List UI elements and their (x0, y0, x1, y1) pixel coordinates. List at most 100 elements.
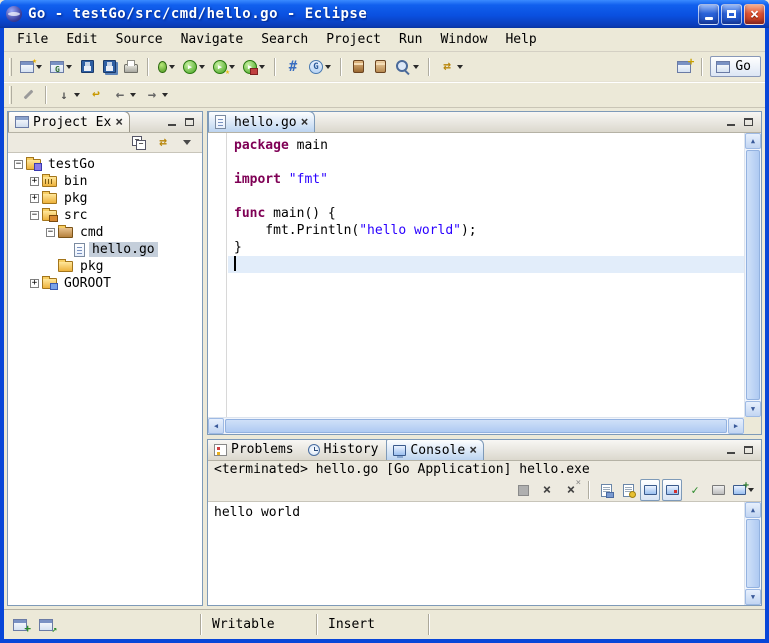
dropdown-arrow-icon[interactable] (199, 65, 205, 69)
new-wizard-button[interactable] (17, 56, 45, 78)
expand-icon[interactable]: + (30, 194, 39, 203)
remove-all-launches-button[interactable] (560, 479, 582, 501)
editor-body[interactable]: package mainimport "fmt"func main() { fm… (208, 133, 761, 434)
tree-item-cmd[interactable]: −cmd (8, 224, 202, 241)
link-editor-button[interactable] (152, 132, 174, 154)
scroll-up-button[interactable] (745, 133, 761, 149)
code-area[interactable]: package mainimport "fmt"func main() { fm… (228, 133, 744, 417)
search-button[interactable] (392, 56, 422, 78)
tree-item-testgo[interactable]: −testGo (8, 156, 202, 173)
open-type-button[interactable] (348, 56, 368, 78)
scrollbar-thumb[interactable] (225, 419, 727, 433)
title-bar[interactable]: Go - testGo/src/cmd/hello.go - Eclipse (0, 0, 769, 28)
tab-project-explorer[interactable]: Project Ex (8, 111, 130, 132)
open-console-button[interactable] (730, 479, 757, 501)
next-annotation-button[interactable] (53, 84, 83, 106)
editor-horizontal-scrollbar[interactable] (208, 417, 744, 434)
dropdown-arrow-icon[interactable] (169, 65, 175, 69)
menu-source[interactable]: Source (107, 30, 172, 49)
toolbar-grip[interactable] (9, 58, 12, 76)
expand-icon[interactable]: + (30, 177, 39, 186)
run-last-button[interactable] (210, 56, 238, 78)
tree-item-bin[interactable]: +bin (8, 173, 202, 190)
external-tools-button[interactable] (240, 56, 268, 78)
debug-button[interactable] (155, 56, 178, 78)
menu-project[interactable]: Project (317, 30, 390, 49)
run-button[interactable] (180, 56, 208, 78)
remove-launch-button[interactable] (536, 479, 558, 501)
tab-history[interactable]: History (302, 439, 385, 460)
console-vertical-scrollbar[interactable] (744, 502, 761, 605)
open-perspective-button[interactable] (674, 56, 694, 78)
print-button[interactable] (121, 56, 141, 78)
show-stdout-button[interactable] (640, 479, 660, 501)
code-line[interactable]: func main() { (228, 205, 744, 222)
code-line[interactable] (228, 256, 744, 273)
menu-file[interactable]: File (8, 30, 57, 49)
maximize-view-button[interactable] (182, 115, 197, 130)
save-all-button[interactable] (99, 56, 119, 78)
menu-navigate[interactable]: Navigate (172, 30, 253, 49)
show-stderr-button[interactable] (662, 479, 682, 501)
code-line[interactable]: import "fmt" (228, 171, 744, 188)
maximize-view-button[interactable] (741, 443, 756, 458)
code-line[interactable] (228, 188, 744, 205)
terminate-button[interactable] (512, 479, 534, 501)
console-output-area[interactable]: hello world (208, 502, 761, 605)
last-edit-location-button[interactable] (85, 84, 107, 106)
new-go-app-button[interactable] (282, 56, 304, 78)
save-button[interactable] (77, 56, 97, 78)
project-tree[interactable]: −testGo+bin+pkg−src−cmdhello.gopkg+GOROO… (8, 153, 202, 605)
close-button[interactable] (744, 4, 765, 25)
dropdown-arrow-icon[interactable] (36, 65, 42, 69)
tree-item-goroot[interactable]: +GOROOT (8, 275, 202, 292)
scroll-up-button[interactable] (745, 502, 761, 518)
dropdown-arrow-icon[interactable] (162, 93, 168, 97)
scrollbar-thumb[interactable] (746, 150, 760, 400)
close-tab-icon[interactable] (115, 115, 123, 130)
expand-icon[interactable]: + (30, 279, 39, 288)
scrollbar-thumb[interactable] (746, 519, 760, 588)
forward-button[interactable] (141, 84, 171, 106)
team-sync-button[interactable] (436, 56, 466, 78)
dropdown-arrow-icon[interactable] (413, 65, 419, 69)
dropdown-arrow-icon[interactable] (66, 65, 72, 69)
tree-item-pkg[interactable]: +pkg (8, 190, 202, 207)
code-line[interactable] (228, 154, 744, 171)
collapse-icon[interactable]: − (46, 228, 55, 237)
toolbar-grip[interactable] (9, 86, 12, 104)
close-tab-icon[interactable] (469, 443, 477, 458)
minimize-view-button[interactable] (723, 443, 738, 458)
dropdown-arrow-icon[interactable] (130, 93, 136, 97)
editor-vertical-scrollbar[interactable] (744, 133, 761, 417)
scroll-lock-button[interactable] (618, 479, 638, 501)
tab-problems[interactable]: Problems (208, 439, 300, 460)
menu-run[interactable]: Run (390, 30, 431, 49)
dropdown-arrow-icon[interactable] (325, 65, 331, 69)
maximize-view-button[interactable] (741, 115, 756, 130)
dropdown-arrow-icon[interactable] (259, 65, 265, 69)
maximize-button[interactable] (721, 4, 742, 25)
minimize-view-button[interactable] (723, 115, 738, 130)
tree-item-src[interactable]: −src (8, 207, 202, 224)
clear-console-button[interactable] (596, 479, 616, 501)
back-button[interactable] (109, 84, 139, 106)
open-resource-button[interactable] (370, 56, 390, 78)
go-trim-button[interactable] (36, 614, 56, 636)
collapse-all-button[interactable] (128, 132, 150, 154)
tab-console[interactable]: Console (386, 439, 484, 460)
minimize-button[interactable] (698, 4, 719, 25)
pin-console-button[interactable] (684, 479, 706, 501)
dropdown-arrow-icon[interactable] (74, 93, 80, 97)
view-menu-button[interactable] (176, 132, 198, 154)
scroll-right-button[interactable] (728, 418, 744, 434)
menu-edit[interactable]: Edit (57, 30, 106, 49)
fast-view-button[interactable] (10, 614, 30, 636)
scroll-down-button[interactable] (745, 589, 761, 605)
menu-search[interactable]: Search (252, 30, 317, 49)
code-line[interactable]: } (228, 239, 744, 256)
code-line[interactable]: fmt.Println("hello world"); (228, 222, 744, 239)
collapse-icon[interactable]: − (30, 211, 39, 220)
minimize-view-button[interactable] (164, 115, 179, 130)
collapse-icon[interactable]: − (14, 160, 23, 169)
